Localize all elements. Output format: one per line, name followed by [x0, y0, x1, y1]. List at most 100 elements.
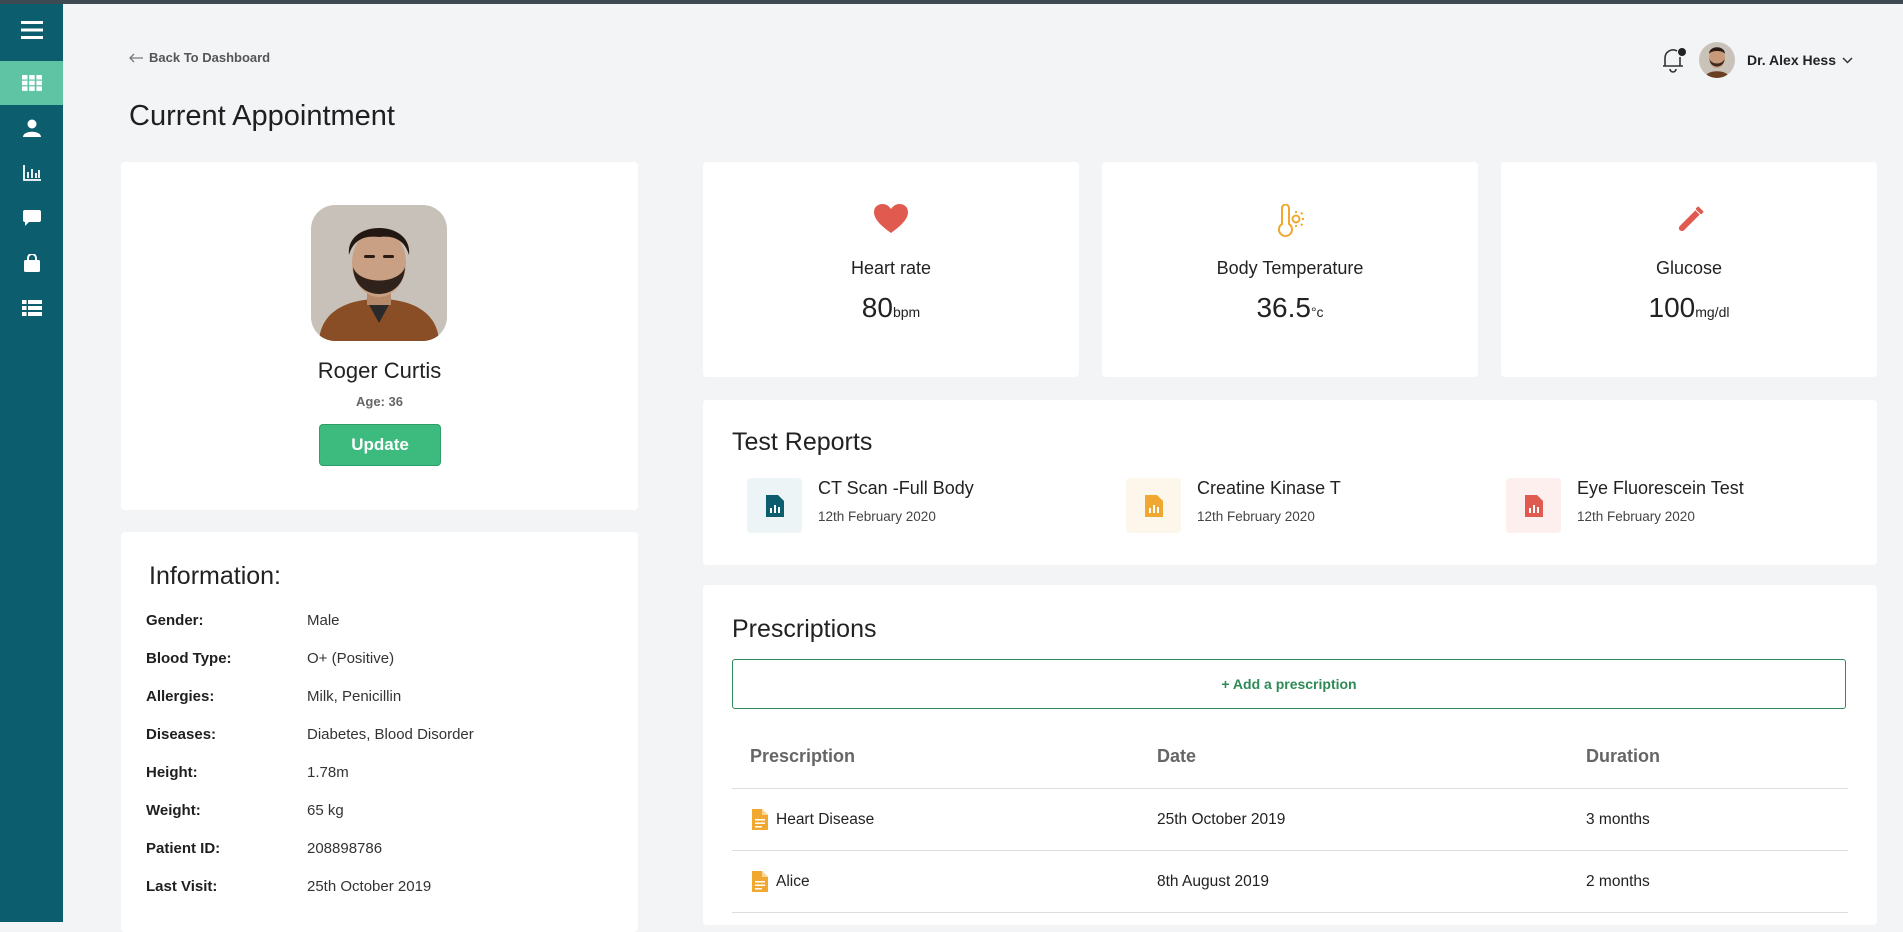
- back-label: Back To Dashboard: [149, 50, 271, 65]
- info-value: Male: [307, 612, 340, 629]
- vital-card-heart-rate: Heart rate 80bpm: [703, 162, 1079, 377]
- thermometer-icon: [1278, 204, 1304, 237]
- report-name: Eye Fluorescein Test: [1577, 478, 1744, 498]
- user-icon: [22, 119, 41, 137]
- info-row: Last Visit: 25th October 2019: [146, 878, 431, 895]
- column-header-prescription[interactable]: Prescription: [750, 746, 855, 767]
- add-prescription-button[interactable]: + Add a prescription: [732, 659, 1846, 709]
- vital-name: Glucose: [1655, 258, 1723, 278]
- info-row: Gender: Male: [146, 612, 340, 629]
- information-card: Information: Gender: Male Blood Type: O+ (…: [121, 532, 638, 932]
- prescription-duration: 2 months: [1586, 873, 1650, 890]
- info-value: Milk, Penicillin: [307, 688, 402, 705]
- chat-icon: [22, 209, 41, 226]
- prescription-date: 25th October 2019: [1157, 811, 1286, 828]
- information-title: Information:: [149, 562, 282, 590]
- report-item[interactable]: CT Scan -Full Body 12th February 2020: [747, 478, 974, 533]
- info-label: Height:: [146, 764, 198, 781]
- sidebar-item-dashboard[interactable]: [0, 61, 63, 105]
- vital-value: 36.5°c: [1256, 292, 1324, 323]
- arrow-left-icon: [129, 53, 143, 62]
- info-label: Patient ID:: [146, 840, 221, 857]
- info-value: 65 kg: [307, 802, 344, 819]
- info-row: Patient ID: 208898786: [146, 840, 382, 857]
- main-content: Back To Dashboard Current Appointment Dr…: [63, 4, 1903, 932]
- user-menu-dropdown[interactable]: Dr. Alex Hess: [1747, 52, 1853, 68]
- test-reports-title: Test Reports: [732, 428, 873, 456]
- sidebar-item-patients[interactable]: [0, 106, 63, 150]
- prescription-name: Heart Disease: [776, 810, 875, 828]
- info-label: Allergies:: [146, 688, 215, 705]
- notification-dot: [1678, 48, 1687, 56]
- info-value: O+ (Positive): [307, 650, 395, 667]
- sidebar-item-analytics[interactable]: [0, 151, 63, 195]
- prescription-duration: 3 months: [1586, 811, 1650, 828]
- back-to-dashboard-link[interactable]: Back To Dashboard: [129, 50, 270, 65]
- sidebar: [0, 4, 63, 922]
- report-date: 12th February 2020: [818, 509, 936, 524]
- document-icon: [752, 809, 768, 830]
- column-header-date[interactable]: Date: [1157, 746, 1196, 767]
- file-chart-icon: [1506, 478, 1561, 533]
- update-button[interactable]: Update: [319, 424, 441, 466]
- prescriptions-title: Prescriptions: [732, 615, 877, 643]
- patient-photo: [311, 205, 447, 341]
- info-label: Last Visit:: [146, 878, 218, 895]
- prescription-name: Alice: [776, 872, 810, 890]
- hamburger-menu-icon[interactable]: [0, 4, 63, 56]
- info-label: Blood Type:: [146, 650, 232, 667]
- report-name: Creatine Kinase T: [1197, 478, 1341, 498]
- divider: [732, 912, 1848, 913]
- user-avatar[interactable]: [1699, 42, 1736, 78]
- vital-card-glucose: Glucose 100mg/dl: [1501, 162, 1877, 377]
- info-row: Diseases: Diabetes, Blood Disorder: [146, 726, 474, 743]
- report-name: CT Scan -Full Body: [818, 478, 974, 498]
- info-row: Allergies: Milk, Penicillin: [146, 688, 401, 705]
- info-label: Diseases:: [146, 726, 217, 743]
- heart-icon: [874, 204, 908, 233]
- list-icon: [21, 300, 42, 316]
- vital-name: Body Temperature: [1216, 258, 1364, 278]
- report-item[interactable]: Creatine Kinase T 12th February 2020: [1126, 478, 1341, 533]
- vital-name: Heart rate: [850, 258, 932, 278]
- test-tube-icon: [1678, 206, 1704, 232]
- info-value: Diabetes, Blood Disorder: [307, 726, 474, 743]
- info-label: Gender:: [146, 612, 204, 629]
- prescription-date: 8th August 2019: [1157, 873, 1270, 890]
- report-date: 12th February 2020: [1197, 509, 1315, 524]
- briefcase-icon: [23, 254, 40, 272]
- info-label: Weight:: [146, 802, 201, 819]
- info-value: 1.78m: [307, 764, 349, 781]
- divider: [732, 850, 1848, 851]
- report-item[interactable]: Eye Fluorescein Test 12th February 2020: [1506, 478, 1744, 533]
- page-title: Current Appointment: [129, 100, 395, 132]
- chevron-down-icon: [1842, 56, 1853, 64]
- divider: [732, 788, 1848, 789]
- info-value: 25th October 2019: [307, 878, 432, 895]
- file-chart-icon: [747, 478, 802, 533]
- info-row: Height: 1.78m: [146, 764, 349, 781]
- report-date: 12th February 2020: [1577, 509, 1695, 524]
- info-value: 208898786: [307, 840, 383, 857]
- notification-bell-icon[interactable]: [1661, 47, 1687, 73]
- grid-icon: [21, 75, 42, 91]
- sidebar-item-messages[interactable]: [0, 196, 63, 240]
- info-row: Weight: 65 kg: [146, 802, 344, 819]
- prescriptions-card: Prescriptions + Add a prescription Presc…: [703, 585, 1877, 925]
- test-reports-card: Test Reports CT Scan -Full Body 12th Febr…: [703, 400, 1877, 565]
- patient-name: Roger Curtis: [317, 358, 442, 383]
- user-area: Dr. Alex Hess: [1661, 42, 1853, 78]
- file-chart-icon: [1126, 478, 1181, 533]
- vital-card-body-temperature: Body Temperature 36.5°c: [1102, 162, 1478, 377]
- patient-age: Age: 36: [356, 394, 403, 409]
- sidebar-item-records[interactable]: [0, 286, 63, 330]
- bar-chart-icon: [22, 165, 41, 181]
- patient-profile-card: Roger Curtis Age: 36 Update: [121, 162, 638, 510]
- vital-value: 100mg/dl: [1648, 292, 1730, 323]
- info-row: Blood Type: O+ (Positive): [146, 650, 394, 667]
- column-header-duration[interactable]: Duration: [1586, 746, 1660, 767]
- user-name: Dr. Alex Hess: [1747, 52, 1836, 68]
- document-icon: [752, 871, 768, 892]
- vital-value: 80bpm: [861, 292, 921, 323]
- sidebar-item-shop[interactable]: [0, 241, 63, 285]
